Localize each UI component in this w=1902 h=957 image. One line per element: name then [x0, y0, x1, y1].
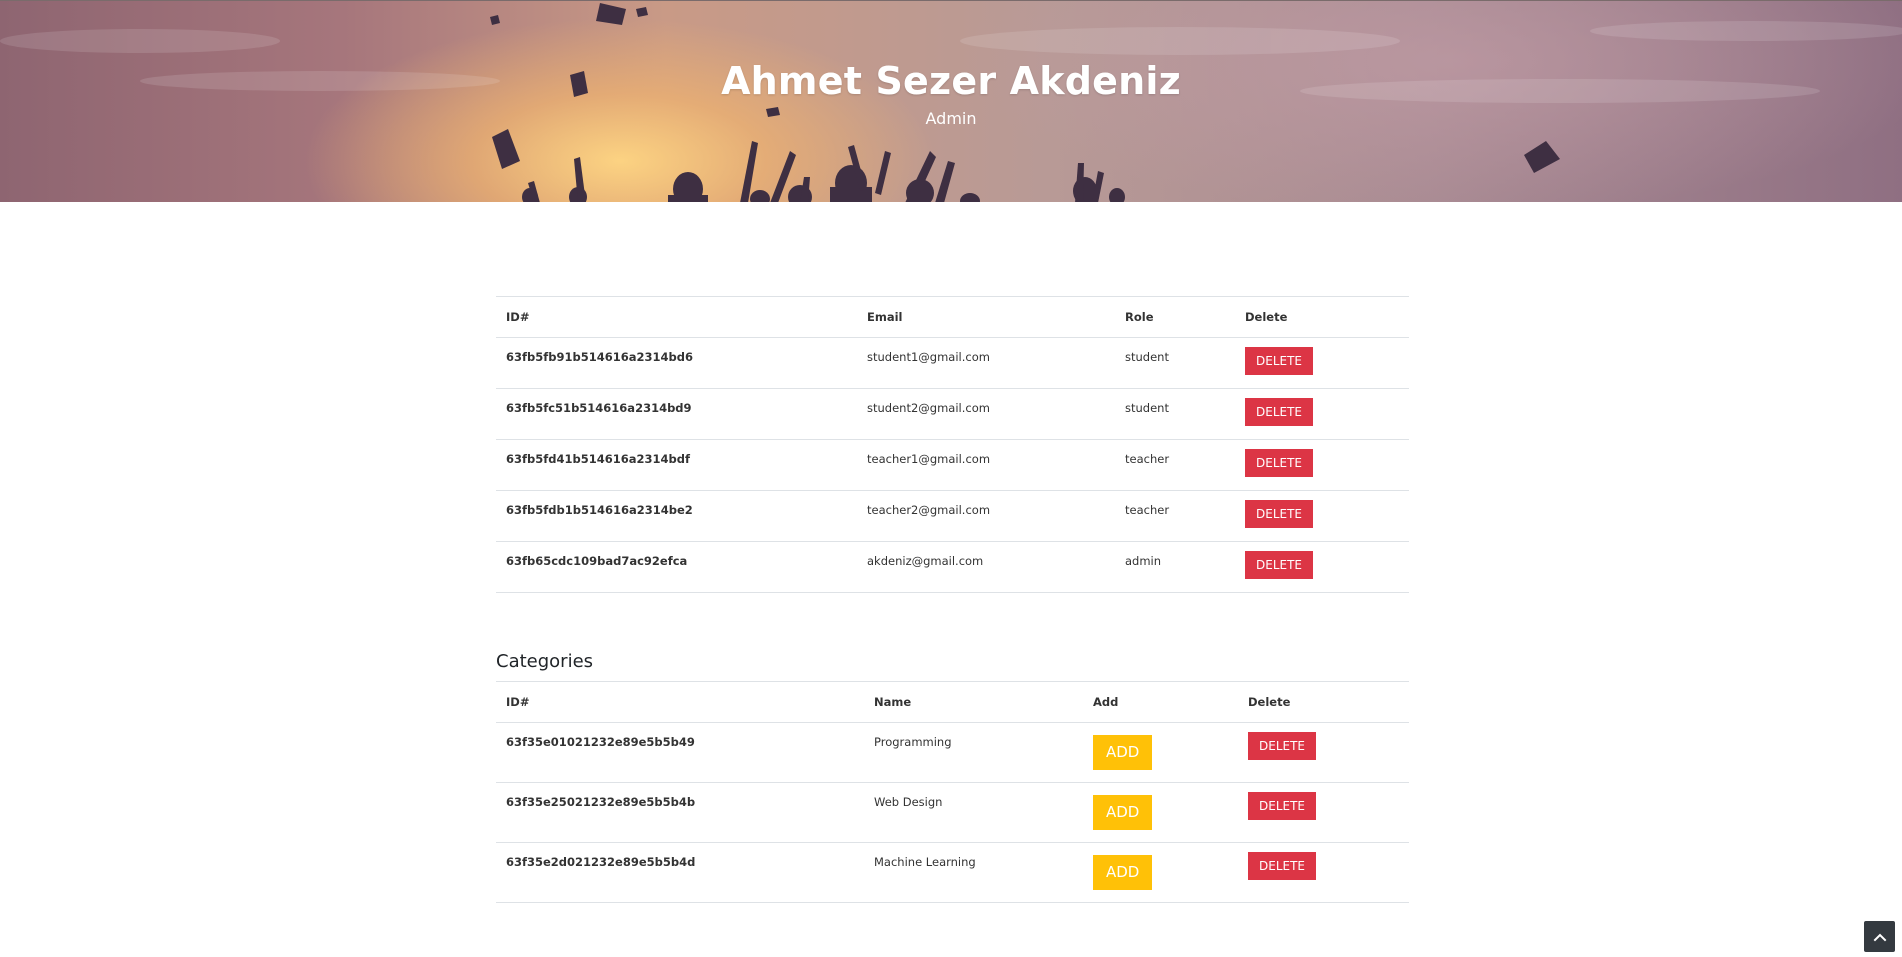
table-row: 63fb5fd41b514616a2314bdf teacher1@gmail.… — [496, 439, 1409, 491]
users-table: ID# Email Role Delete 63fb5fb91b514616a2… — [496, 296, 1409, 593]
categories-table: ID# Name Add Delete 63f35e01021232e89e5b… — [496, 681, 1409, 903]
column-header-id: ID# — [496, 296, 857, 338]
scroll-top-button[interactable] — [1864, 921, 1895, 952]
column-header-email: Email — [857, 296, 1115, 338]
add-category-button[interactable]: ADD — [1093, 735, 1153, 770]
table-row: 63fb65cdc109bad7ac92efca akdeniz@gmail.c… — [496, 541, 1409, 593]
table-row: 63f35e2d021232e89e5b5b4d Machine Learnin… — [496, 842, 1409, 903]
user-role: student — [1115, 337, 1235, 389]
main-content: ID# Email Role Delete 63fb5fb91b514616a2… — [496, 296, 1409, 903]
column-header-name: Name — [864, 681, 1083, 723]
user-role: student — [1115, 388, 1235, 440]
user-role: teacher — [1115, 439, 1235, 491]
user-role: admin — [1115, 541, 1235, 593]
category-name: Web Design — [864, 782, 1083, 843]
delete-user-button[interactable]: DELETE — [1245, 347, 1314, 375]
user-id: 63fb5fb91b514616a2314bd6 — [496, 337, 857, 389]
table-header-row: ID# Email Role Delete — [496, 296, 1409, 338]
category-name: Programming — [864, 722, 1083, 783]
table-row: 63fb5fdb1b514616a2314be2 teacher2@gmail.… — [496, 490, 1409, 542]
page-title: Ahmet Sezer Akdeniz — [721, 59, 1181, 103]
user-email: akdeniz@gmail.com — [857, 541, 1115, 593]
column-header-role: Role — [1115, 296, 1235, 338]
category-name: Machine Learning — [864, 842, 1083, 903]
user-id: 63fb5fdb1b514616a2314be2 — [496, 490, 857, 542]
delete-user-button[interactable]: DELETE — [1245, 449, 1314, 477]
table-row: 63f35e25021232e89e5b5b4b Web Design ADD … — [496, 782, 1409, 843]
user-id: 63fb65cdc109bad7ac92efca — [496, 541, 857, 593]
delete-user-button[interactable]: DELETE — [1245, 500, 1314, 528]
chevron-up-icon — [1873, 933, 1886, 941]
user-email: teacher1@gmail.com — [857, 439, 1115, 491]
add-category-button[interactable]: ADD — [1093, 855, 1153, 890]
add-category-button[interactable]: ADD — [1093, 795, 1153, 830]
user-email: teacher2@gmail.com — [857, 490, 1115, 542]
user-id: 63fb5fd41b514616a2314bdf — [496, 439, 857, 491]
category-id: 63f35e2d021232e89e5b5b4d — [496, 842, 864, 903]
delete-category-button[interactable]: DELETE — [1248, 732, 1317, 760]
column-header-id: ID# — [496, 681, 864, 723]
category-id: 63f35e25021232e89e5b5b4b — [496, 782, 864, 843]
column-header-delete: Delete — [1238, 681, 1409, 723]
table-row: 63f35e01021232e89e5b5b49 Programming ADD… — [496, 722, 1409, 783]
table-row: 63fb5fc51b514616a2314bd9 student2@gmail.… — [496, 388, 1409, 440]
delete-category-button[interactable]: DELETE — [1248, 792, 1317, 820]
delete-category-button[interactable]: DELETE — [1248, 852, 1317, 880]
category-id: 63f35e01021232e89e5b5b49 — [496, 722, 864, 783]
column-header-delete: Delete — [1235, 296, 1409, 338]
user-email: student1@gmail.com — [857, 337, 1115, 389]
user-role: teacher — [1115, 490, 1235, 542]
user-id: 63fb5fc51b514616a2314bd9 — [496, 388, 857, 440]
delete-user-button[interactable]: DELETE — [1245, 551, 1314, 579]
hero-banner: Ahmet Sezer Akdeniz Admin — [0, 0, 1902, 202]
user-role-subtitle: Admin — [925, 109, 977, 128]
table-header-row: ID# Name Add Delete — [496, 681, 1409, 723]
table-row: 63fb5fb91b514616a2314bd6 student1@gmail.… — [496, 337, 1409, 389]
column-header-add: Add — [1083, 681, 1238, 723]
categories-heading: Categories — [496, 651, 594, 672]
delete-user-button[interactable]: DELETE — [1245, 398, 1314, 426]
user-email: student2@gmail.com — [857, 388, 1115, 440]
